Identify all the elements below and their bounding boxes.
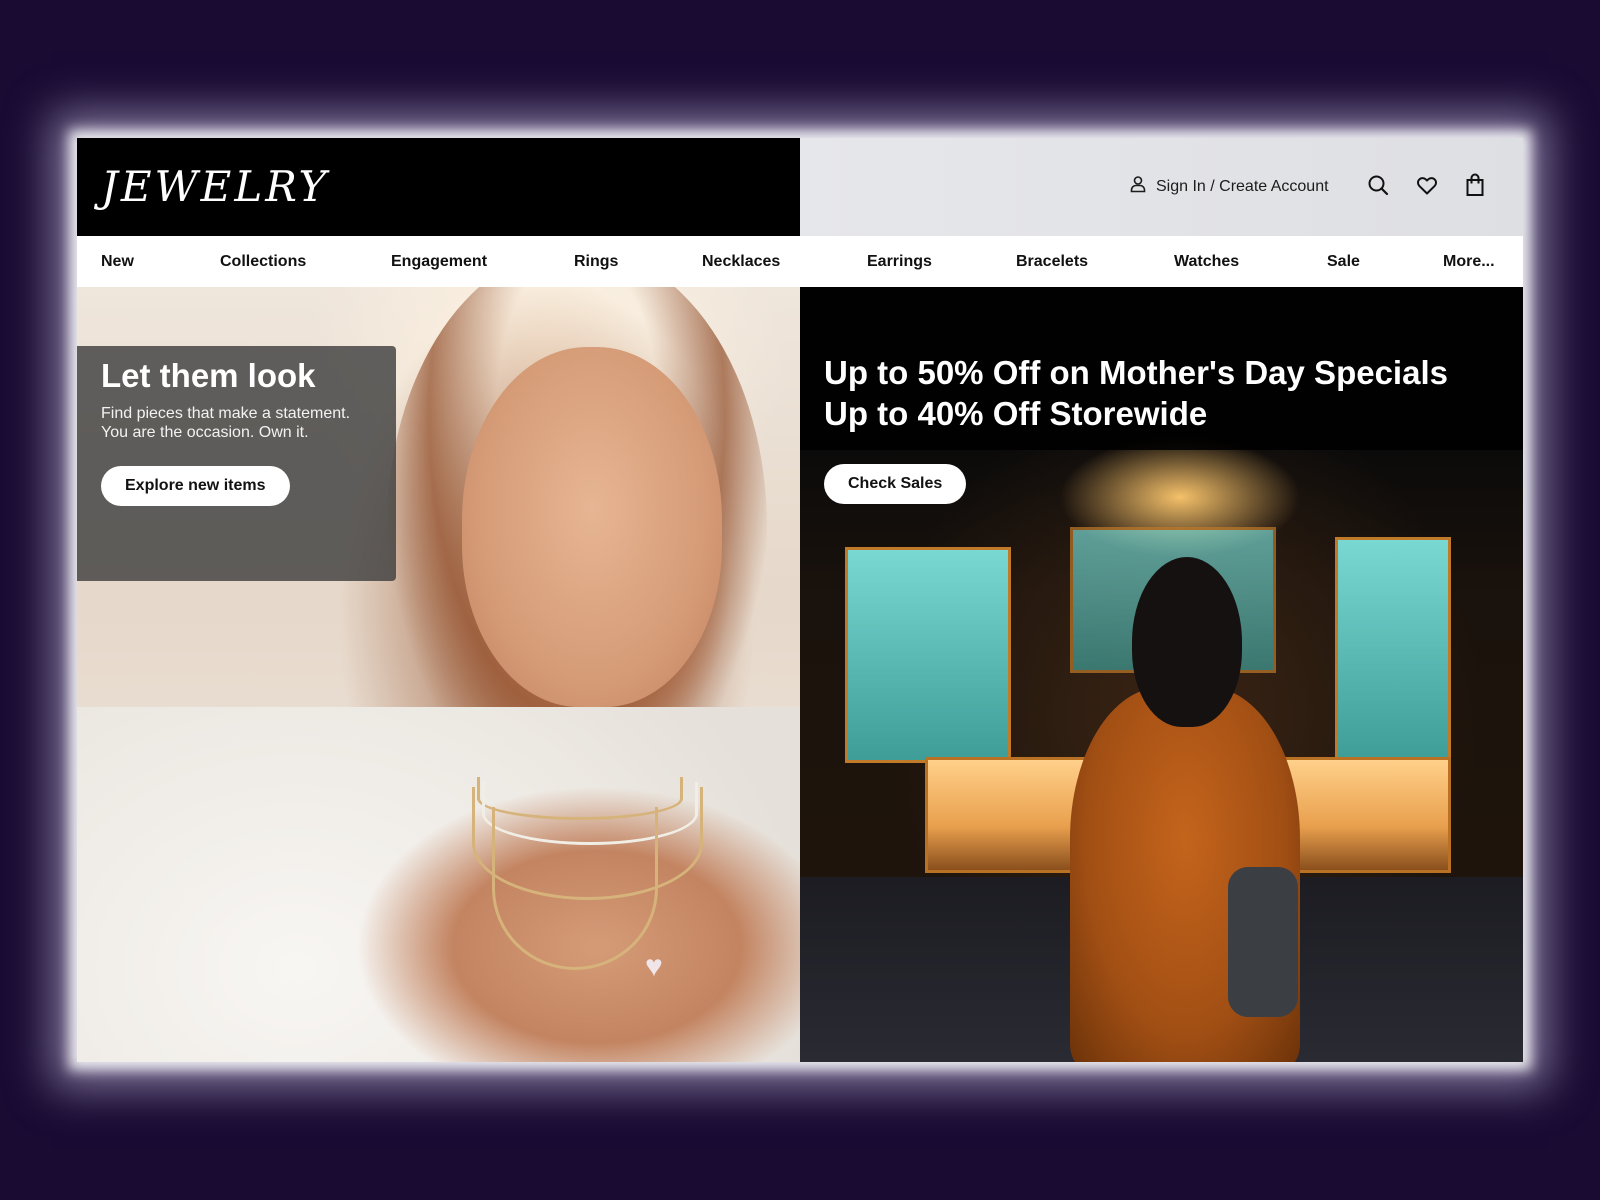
- main-navigation: New Collections Engagement Rings Necklac…: [77, 236, 1523, 287]
- nav-item-watches[interactable]: Watches: [1174, 236, 1239, 287]
- nav-item-earrings[interactable]: Earrings: [867, 236, 932, 287]
- necklace-long-chain: [492, 807, 658, 970]
- promo-headline-1: Up to 50% Off on Mother's Day Specials: [824, 354, 1448, 391]
- model-face: [462, 347, 722, 707]
- shopping-bag-icon[interactable]: [1462, 172, 1488, 198]
- display-cabinet-right: [1335, 537, 1451, 763]
- hero-left-description-line-1: Find pieces that make a statement.: [101, 405, 351, 422]
- sign-in-label: Sign In / Create Account: [1156, 177, 1329, 195]
- user-icon: [1128, 174, 1148, 199]
- heart-icon[interactable]: [1414, 172, 1440, 198]
- search-icon[interactable]: [1365, 172, 1391, 198]
- nav-item-new[interactable]: New: [101, 236, 134, 287]
- shopper-bag: [1228, 867, 1298, 1017]
- nav-item-sale[interactable]: Sale: [1327, 236, 1360, 287]
- check-sales-button[interactable]: Check Sales: [824, 464, 967, 504]
- hero-left-panel: ♥ Let them look Find pieces that make a …: [77, 287, 800, 1062]
- brand-logo[interactable]: JEWELRY: [101, 162, 329, 212]
- model-blouse: [77, 707, 800, 1062]
- promo-banner: Up to 50% Off on Mother's Day Specials U…: [800, 287, 1523, 450]
- promo-headline-2: Up to 40% Off Storewide: [824, 395, 1208, 432]
- hero-left-title: Let them look: [101, 357, 316, 394]
- nav-item-rings[interactable]: Rings: [574, 236, 618, 287]
- shopper-head: [1132, 557, 1242, 727]
- site-header: JEWELRY Sign In / Create Account: [77, 138, 1523, 236]
- explore-new-items-button[interactable]: Explore new items: [101, 466, 290, 506]
- nav-item-engagement[interactable]: Engagement: [391, 236, 487, 287]
- nav-item-bracelets[interactable]: Bracelets: [1016, 236, 1088, 287]
- hero-left-description-line-2: You are the occasion. Own it.: [101, 424, 309, 441]
- shopper: [1070, 557, 1300, 1062]
- website-frame: JEWELRY Sign In / Create Account New Col…: [77, 138, 1523, 1062]
- hero-left-description: Find pieces that make a statement. You a…: [101, 404, 391, 442]
- nav-item-more[interactable]: More...: [1443, 236, 1495, 287]
- nav-item-necklaces[interactable]: Necklaces: [702, 236, 780, 287]
- heart-pendant-icon: ♥: [645, 950, 663, 983]
- sign-in-link[interactable]: Sign In / Create Account: [1128, 174, 1329, 199]
- header-brand-area: JEWELRY: [77, 138, 800, 236]
- display-cabinet-left: [845, 547, 1011, 763]
- nav-item-collections[interactable]: Collections: [220, 236, 306, 287]
- header-utility-area: Sign In / Create Account: [800, 138, 1523, 236]
- hero-right-panel: Up to 50% Off on Mother's Day Specials U…: [800, 287, 1523, 1062]
- promo-card-left: Let them look Find pieces that make a st…: [77, 346, 396, 581]
